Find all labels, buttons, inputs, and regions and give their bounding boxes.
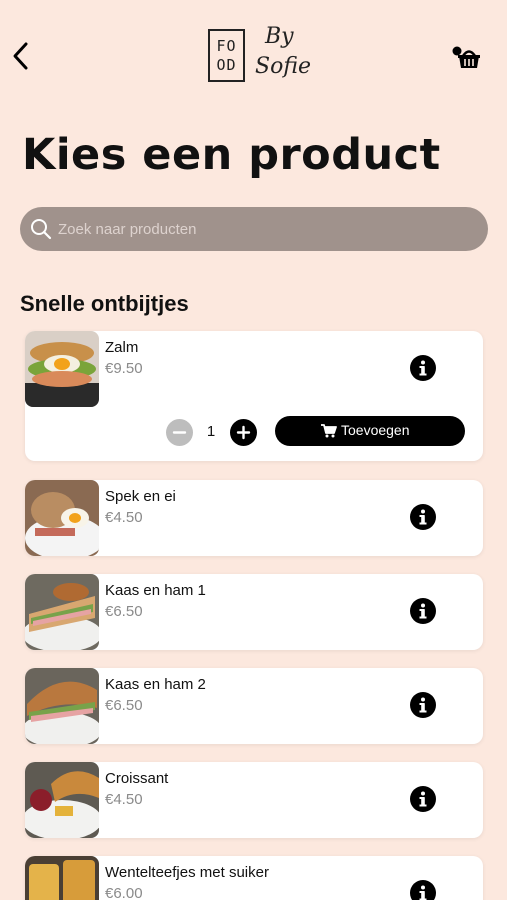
product-price: €4.50 [105, 509, 143, 526]
info-icon [419, 603, 427, 619]
increase-quantity-button[interactable] [230, 419, 257, 446]
logo-name: Sofie [255, 54, 312, 79]
add-to-cart-button[interactable]: Toevoegen [275, 416, 465, 446]
product-name: Spek en ei [105, 488, 176, 505]
info-button[interactable] [410, 786, 436, 812]
app-header: FO OD By Sofie [0, 0, 507, 110]
logo-line-2: OD [216, 56, 237, 74]
logo-text: FO OD [210, 37, 243, 75]
product-name: Croissant [105, 770, 169, 787]
search-input[interactable] [58, 207, 478, 251]
product-price: €9.50 [105, 360, 143, 377]
minus-icon [172, 431, 187, 434]
product-card-kaas-en-ham-2[interactable]: Kaas en ham 2 €6.50 [25, 668, 483, 744]
product-name: Kaas en ham 1 [105, 582, 206, 599]
plus-icon [236, 425, 251, 440]
back-arrow-icon [13, 42, 28, 70]
section-title: Snelle ontbijtjes [20, 291, 189, 316]
product-image [25, 480, 99, 556]
info-icon [419, 885, 427, 900]
search-icon [31, 219, 52, 240]
product-card-wentelteefjes-met-suiker[interactable]: Wentelteefjes met suiker €6.00 [25, 856, 483, 900]
info-icon [419, 360, 427, 376]
cart-button[interactable] [451, 45, 483, 71]
product-name: Zalm [105, 339, 139, 356]
product-image [25, 668, 99, 744]
product-price: €6.50 [105, 603, 143, 620]
logo-box: FO OD [208, 29, 245, 82]
product-image [25, 331, 99, 407]
product-card-spek-en-ei[interactable]: Spek en ei €4.50 [25, 480, 483, 556]
search-bar[interactable] [20, 207, 488, 251]
quantity-value: 1 [206, 423, 216, 440]
product-price: €6.00 [105, 885, 143, 900]
product-name: Kaas en ham 2 [105, 676, 206, 693]
info-button[interactable] [410, 880, 436, 900]
add-to-cart-label: Toevoegen [341, 422, 410, 438]
food-by-sofie-logo: FO OD By Sofie [207, 24, 311, 88]
info-icon [419, 509, 427, 525]
info-button[interactable] [410, 355, 436, 381]
product-card-kaas-en-ham-1[interactable]: Kaas en ham 1 €6.50 [25, 574, 483, 650]
product-image [25, 574, 99, 650]
product-price: €6.50 [105, 697, 143, 714]
info-icon [419, 791, 427, 807]
back-button[interactable] [10, 38, 36, 74]
cart-icon [321, 424, 337, 438]
product-price: €4.50 [105, 791, 143, 808]
logo-line-1: FO [216, 37, 237, 55]
product-image [25, 856, 99, 900]
info-button[interactable] [410, 692, 436, 718]
info-button[interactable] [410, 504, 436, 530]
product-card-croissant[interactable]: Croissant €4.50 [25, 762, 483, 838]
decrease-quantity-button[interactable] [166, 419, 193, 446]
product-image [25, 762, 99, 838]
info-button[interactable] [410, 598, 436, 624]
info-icon [419, 697, 427, 713]
logo-by: By [265, 24, 294, 49]
shopping-basket-icon [452, 46, 480, 68]
page-title: Kies een product [22, 130, 441, 180]
product-card-zalm[interactable]: Zalm €9.50 1 Toevoegen [25, 331, 483, 461]
product-name: Wentelteefjes met suiker [105, 864, 269, 881]
